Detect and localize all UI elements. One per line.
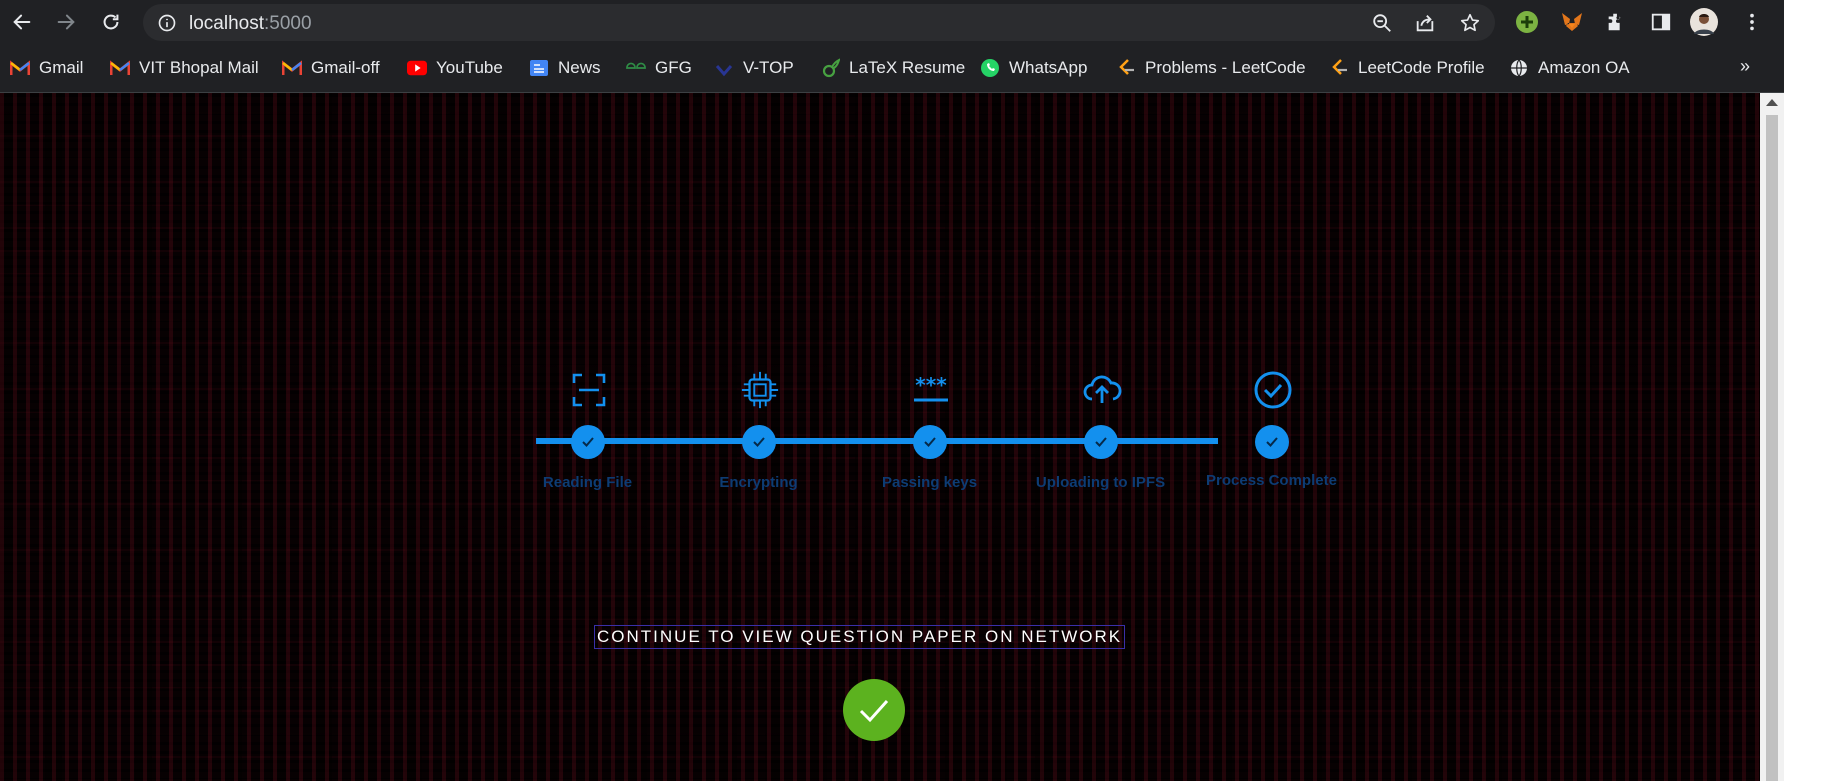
arrow-right-icon	[57, 14, 75, 30]
browser-toolbar: localhost:5000	[0, 0, 1784, 44]
kebab-menu-icon	[1750, 13, 1754, 31]
share-icon	[1416, 15, 1434, 32]
gfg-icon	[626, 58, 646, 78]
bookmark-gfg[interactable]: GFG	[626, 56, 692, 80]
url-host: localhost	[189, 13, 264, 34]
success-badge	[843, 679, 905, 741]
bookmark-label: YouTube	[436, 58, 503, 77]
step-label: Process Complete	[1206, 472, 1337, 489]
bookmark-label: News	[558, 58, 601, 77]
page-content: Reading File Encrypting *** Passing keys…	[0, 93, 1760, 781]
gmail-icon	[282, 58, 302, 78]
more-bookmarks-button[interactable]: »	[1740, 56, 1750, 77]
google-news-icon	[529, 58, 549, 78]
upload-progress-stepper: Reading File Encrypting *** Passing keys…	[518, 278, 1337, 508]
bookmark-label: LaTeX Resume	[849, 58, 966, 77]
zoom-icon	[1373, 14, 1391, 32]
cloud-upload-icon	[1082, 370, 1122, 410]
gmail-icon	[110, 58, 130, 78]
gmail-icon	[10, 58, 30, 78]
globe-icon	[1509, 58, 1529, 78]
step-label: Passing keys	[881, 474, 978, 491]
step-complete-dot	[742, 425, 776, 459]
bookmark-label: LeetCode Profile	[1358, 58, 1485, 77]
leetcode-icon	[1116, 58, 1136, 78]
step-label: Uploading to IPFS	[1035, 474, 1166, 491]
bookmark-youtube[interactable]: YouTube	[407, 56, 503, 80]
bookmark-problems-leetcode[interactable]: Problems - LeetCode	[1116, 56, 1306, 80]
chip-icon	[740, 370, 780, 410]
leetcode-icon	[1329, 58, 1349, 78]
scroll-up-arrow[interactable]	[1766, 99, 1778, 106]
check-icon	[1095, 437, 1107, 447]
check-circle-icon	[1253, 370, 1293, 410]
bookmark-vit-bhopal-mail[interactable]: VIT Bhopal Mail	[110, 56, 259, 80]
step-complete-dot	[1084, 425, 1118, 459]
puzzle-icon	[1608, 13, 1621, 31]
scan-icon	[569, 370, 609, 410]
url-text[interactable]: localhost:5000	[189, 13, 312, 35]
check-icon	[859, 699, 889, 723]
profile-button[interactable]	[1690, 8, 1718, 36]
bookmark-label: VIT Bhopal Mail	[139, 58, 259, 77]
bookmark-v-top[interactable]: V-TOP	[714, 56, 794, 80]
metamask-fox-icon	[1562, 13, 1582, 31]
bookmark-star-button[interactable]	[1458, 11, 1482, 35]
bookmark-news[interactable]: News	[529, 56, 601, 80]
step-complete-dot	[1255, 425, 1289, 459]
extensions-button[interactable]	[1602, 8, 1630, 36]
step-label: Encrypting	[719, 474, 798, 491]
side-panel-button[interactable]	[1647, 8, 1675, 36]
vtop-icon	[714, 58, 734, 78]
arrow-left-icon	[13, 14, 31, 30]
continue-to-question-paper-link[interactable]: CONTINUE TO VIEW QUESTION PAPER ON NETWO…	[594, 625, 1126, 649]
bookmark-leetcode-profile[interactable]: LeetCode Profile	[1329, 56, 1485, 80]
check-icon	[1266, 437, 1278, 447]
bookmark-whatsapp[interactable]: WhatsApp	[980, 56, 1087, 80]
share-button[interactable]	[1413, 11, 1437, 35]
bookmarks-bar: Gmail VIT Bhopal Mail Gmail-off YouTube …	[0, 44, 1784, 93]
step-complete-dot	[571, 425, 605, 459]
forward-button[interactable]	[52, 8, 80, 36]
step-complete-dot	[913, 425, 947, 459]
svg-text:***: ***	[915, 375, 947, 397]
bookmark-label: WhatsApp	[1009, 58, 1088, 77]
site-info-button[interactable]	[155, 11, 179, 35]
check-icon	[753, 437, 765, 447]
bookmark-latex-resume[interactable]: LaTeX Resume	[820, 56, 965, 80]
reload-icon	[103, 14, 119, 30]
chrome-menu-button[interactable]	[1738, 8, 1766, 36]
bookmark-label: Amazon OA	[1538, 58, 1630, 77]
info-icon	[158, 14, 176, 32]
bookmark-gmail-off[interactable]: Gmail-off	[282, 56, 380, 80]
profile-avatar	[1690, 8, 1718, 36]
metamask-extension-button[interactable]	[1558, 8, 1586, 36]
bookmark-label: GFG	[655, 58, 692, 77]
step-label: Reading File	[542, 474, 633, 491]
star-icon	[1460, 13, 1480, 32]
bookmark-label: Problems - LeetCode	[1145, 58, 1306, 77]
browser-window: localhost:5000 Gmail VIT Bhopal Mail Gma…	[0, 0, 1784, 781]
side-panel-icon	[1651, 13, 1671, 31]
youtube-icon	[407, 58, 427, 78]
overleaf-icon	[820, 58, 840, 78]
plus-extension-button[interactable]	[1513, 8, 1541, 36]
zoom-button[interactable]	[1370, 11, 1394, 35]
address-bar[interactable]: localhost:5000	[143, 4, 1495, 41]
scrollbar-thumb[interactable]	[1766, 115, 1778, 781]
vertical-scrollbar[interactable]	[1760, 93, 1784, 781]
reload-button[interactable]	[97, 8, 125, 36]
plus-extension-icon	[1516, 11, 1538, 33]
whatsapp-icon	[980, 58, 1000, 78]
url-port: :5000	[264, 13, 312, 34]
bookmark-gmail[interactable]: Gmail	[10, 56, 83, 80]
back-button[interactable]	[8, 8, 36, 36]
password-icon: ***	[911, 370, 951, 410]
bookmark-label: Gmail-off	[311, 58, 380, 77]
check-icon	[582, 437, 594, 447]
check-icon	[924, 437, 936, 447]
bookmark-amazon-oa[interactable]: Amazon OA	[1509, 56, 1630, 80]
bookmark-label: Gmail	[39, 58, 84, 77]
bookmark-label: V-TOP	[743, 58, 794, 77]
